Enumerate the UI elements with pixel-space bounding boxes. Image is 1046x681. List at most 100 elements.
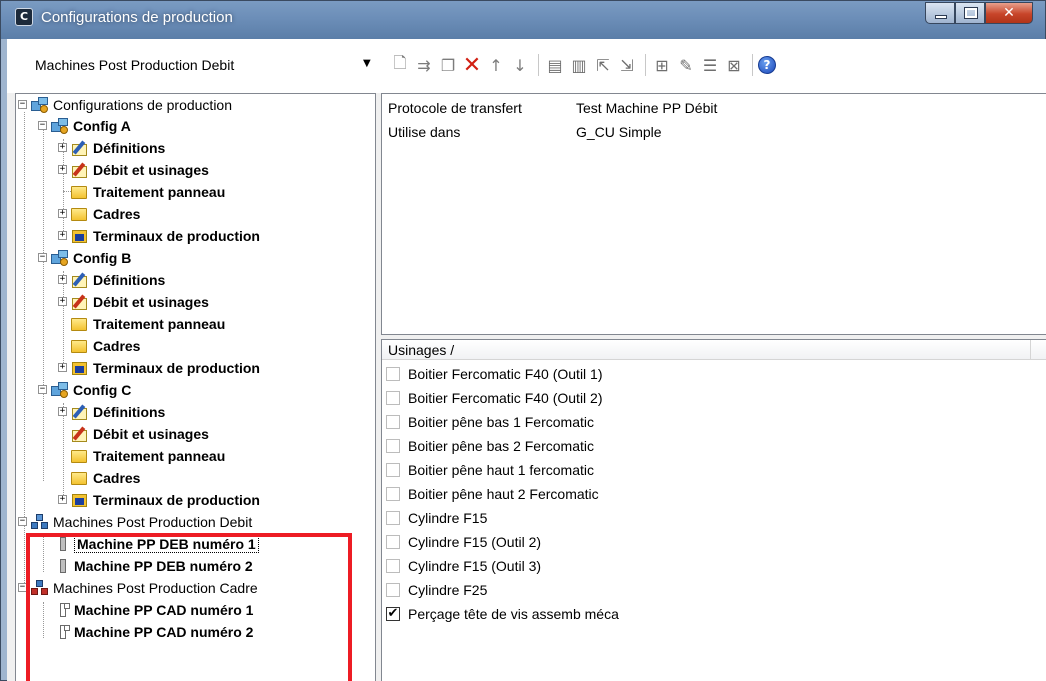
tree-item-traitement[interactable]: Traitement panneau <box>71 313 225 334</box>
usinages-list[interactable]: Usinages / Boitier Fercomatic F40 (Outil… <box>381 339 1046 681</box>
remove-item-icon[interactable]: ⊠ <box>723 54 745 76</box>
list-item[interactable]: Boitier Fercomatic F40 (Outil 1) <box>382 362 603 386</box>
import-icon[interactable]: ⇲ <box>616 54 638 76</box>
list-item[interactable]: Cylindre F25 <box>382 578 487 602</box>
title-bar[interactable]: C Configurations de production ✕ <box>1 1 1045 39</box>
tree-item-label: Débit et usinages <box>93 293 209 310</box>
list-item-label: Boitier pêne bas 1 Fercomatic <box>408 414 594 430</box>
expand-icon[interactable]: + <box>58 407 67 416</box>
move-up-icon[interactable]: ↑ <box>485 54 507 76</box>
expand-icon[interactable]: + <box>58 275 67 284</box>
list-item[interactable]: Cylindre F15 <box>382 506 487 530</box>
list-item[interactable]: Boitier Fercomatic F40 (Outil 2) <box>382 386 603 410</box>
maximize-button[interactable] <box>955 2 985 24</box>
column-separator[interactable] <box>1030 340 1031 360</box>
app-window: C Configurations de production ✕ Machine… <box>0 0 1046 681</box>
list-item[interactable]: Boitier pêne haut 2 Fercomatic <box>382 482 599 506</box>
checkbox[interactable] <box>386 511 400 525</box>
tree-config-b[interactable]: − Config B <box>38 247 131 268</box>
properties-icon[interactable]: ▤ <box>544 54 566 76</box>
terminal-icon <box>71 228 89 244</box>
tree-machines-debit[interactable]: − Machines Post Production Debit <box>18 511 252 532</box>
delete-icon[interactable]: ✕ <box>461 53 483 78</box>
properties-alt-icon[interactable]: ▥ <box>568 54 590 76</box>
chevron-down-icon[interactable]: ▼ <box>363 58 371 69</box>
toolbar-separator <box>752 54 753 76</box>
expand-icon[interactable]: + <box>58 495 67 504</box>
expand-icon[interactable]: + <box>58 209 67 218</box>
tree-item-label: Définitions <box>93 139 166 156</box>
list-item-label: Cylindre F15 <box>408 510 488 526</box>
checkbox[interactable] <box>386 391 400 405</box>
checkbox[interactable] <box>386 559 400 573</box>
copy-special-icon[interactable]: ⇉ <box>413 54 435 76</box>
configurations-icon <box>31 96 49 113</box>
expand-icon[interactable]: + <box>58 165 67 174</box>
list-item[interactable]: Boitier pêne bas 2 Fercomatic <box>382 434 594 458</box>
checkbox[interactable] <box>386 487 400 501</box>
list-icon[interactable]: ☰ <box>699 54 721 76</box>
maximize-icon <box>964 7 978 19</box>
tree-item-terminaux[interactable]: + Terminaux de production <box>58 357 260 378</box>
tree-item-debit[interactable]: + Débit et usinages <box>58 159 209 180</box>
tree-item-terminaux[interactable]: + Terminaux de production <box>58 489 260 510</box>
terminal-icon <box>71 360 89 376</box>
list-item[interactable]: Boitier pêne bas 1 Fercomatic <box>382 410 594 434</box>
tree-item-traitement[interactable]: Traitement panneau <box>71 445 225 466</box>
close-button[interactable]: ✕ <box>985 2 1033 24</box>
tree-item-cadres[interactable]: + Cadres <box>58 203 140 224</box>
collapse-icon[interactable]: − <box>38 121 47 130</box>
tree-item-cadres[interactable]: Cadres <box>71 467 140 488</box>
copy-icon[interactable]: ❐ <box>437 54 459 76</box>
checkbox[interactable] <box>386 367 400 381</box>
checkbox[interactable] <box>386 583 400 597</box>
edit-item-icon[interactable]: ✎ <box>675 54 697 76</box>
tree-item-traitement[interactable]: Traitement panneau <box>63 181 225 202</box>
list-item-label: Cylindre F15 (Outil 2) <box>408 534 542 550</box>
collapse-icon[interactable]: − <box>38 385 47 394</box>
configuration-select[interactable]: Machines Post Production Debit ▼ <box>15 52 379 76</box>
list-item[interactable]: Cylindre F15 (Outil 3) <box>382 554 541 578</box>
tree-item-cadres[interactable]: Cadres <box>71 335 140 356</box>
minimize-icon <box>935 15 947 19</box>
collapse-icon[interactable]: − <box>38 253 47 262</box>
window-controls: ✕ <box>925 2 1033 24</box>
tree-item-definitions[interactable]: + Définitions <box>58 137 165 158</box>
minimize-button[interactable] <box>925 2 955 24</box>
collapse-icon[interactable]: − <box>18 517 27 526</box>
close-icon: ✕ <box>1003 5 1015 21</box>
list-item-label: Cylindre F15 (Outil 3) <box>408 558 542 574</box>
export-icon[interactable]: ⇱ <box>592 54 614 76</box>
list-item[interactable]: ✔ Perçage tête de vis assemb méca <box>382 602 619 626</box>
config-icon <box>51 117 69 134</box>
machines-debit-icon <box>31 513 49 530</box>
expand-icon[interactable]: + <box>58 363 67 372</box>
help-icon[interactable]: ? <box>758 56 776 74</box>
tree-item-label: Cadres <box>93 337 141 354</box>
tree-config-c[interactable]: − Config C <box>38 379 131 400</box>
move-down-icon[interactable]: ↓ <box>509 54 531 76</box>
tree-item-debit[interactable]: + Débit et usinages <box>58 291 209 312</box>
list-item[interactable]: Boitier pêne haut 1 fercomatic <box>382 458 594 482</box>
expand-icon[interactable]: + <box>58 231 67 240</box>
tree-item-definitions[interactable]: + Définitions <box>58 401 165 422</box>
checkbox[interactable] <box>386 463 400 477</box>
tree-root-label: Configurations de production <box>53 96 233 113</box>
expand-icon[interactable]: + <box>58 297 67 306</box>
tree-item-debit[interactable]: Débit et usinages <box>71 423 209 444</box>
add-item-icon[interactable]: ⊞ <box>651 54 673 76</box>
tree-item-terminaux[interactable]: + Terminaux de production <box>58 225 260 246</box>
list-item[interactable]: Cylindre F15 (Outil 2) <box>382 530 541 554</box>
config-label: Config A <box>73 117 131 134</box>
tree-config-a[interactable]: − Config A <box>38 115 131 136</box>
new-icon[interactable]: 🗋 <box>389 53 411 76</box>
tree-root[interactable]: − Configurations de production <box>18 94 232 115</box>
expand-icon[interactable]: + <box>58 143 67 152</box>
usinages-column-header[interactable]: Usinages / <box>382 340 1046 360</box>
collapse-icon[interactable]: − <box>18 100 27 109</box>
checkbox-checked[interactable]: ✔ <box>386 607 400 621</box>
tree-item-definitions[interactable]: + Définitions <box>58 269 165 290</box>
checkbox[interactable] <box>386 535 400 549</box>
checkbox[interactable] <box>386 439 400 453</box>
checkbox[interactable] <box>386 415 400 429</box>
